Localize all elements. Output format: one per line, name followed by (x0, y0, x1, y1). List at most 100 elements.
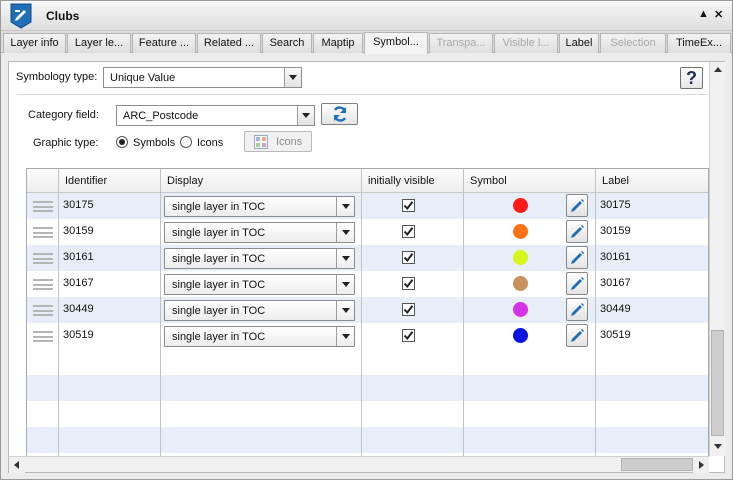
tab-related[interactable]: Related ... (197, 33, 261, 53)
tab-selection[interactable]: Selection (600, 33, 666, 53)
chevron-down-icon (336, 223, 354, 242)
table-row[interactable]: 30167 single layer in TOC 30167 (27, 271, 708, 297)
symbol-column-header[interactable]: Symbol (464, 169, 596, 193)
edit-symbol-button[interactable] (566, 220, 588, 243)
icons-button[interactable]: Icons (244, 131, 312, 152)
display-dropdown[interactable]: single layer in TOC (164, 248, 355, 269)
title-bar[interactable]: Clubs ▲ ✕ (1, 1, 732, 31)
edit-symbol-button[interactable] (566, 246, 588, 269)
category-field-label: Category field: (28, 109, 99, 121)
symbols-radio[interactable] (116, 136, 128, 148)
drag-handle-icon[interactable] (33, 331, 53, 342)
tab-feature[interactable]: Feature ... (132, 33, 196, 53)
icon-grid-icon (254, 135, 268, 149)
tab-search[interactable]: Search (262, 33, 312, 53)
pencil-icon (571, 251, 584, 264)
drag-handle-icon[interactable] (33, 305, 53, 316)
scroll-right-icon[interactable] (693, 457, 709, 473)
visible-checkbox[interactable] (402, 303, 415, 316)
display-dropdown[interactable]: single layer in TOC (164, 300, 355, 321)
scroll-down-icon[interactable] (710, 438, 726, 454)
table-row[interactable]: 30159 single layer in TOC 30159 (27, 219, 708, 245)
tab-maptip[interactable]: Maptip (313, 33, 363, 53)
close-icon[interactable]: ✕ (714, 8, 723, 21)
icons-radio[interactable] (180, 136, 192, 148)
identifier-column-header[interactable]: Identifier (59, 169, 161, 193)
visible-checkbox[interactable] (402, 251, 415, 264)
edit-symbol-button[interactable] (566, 272, 588, 295)
identifier-cell: 30161 (63, 251, 94, 263)
empty-row (27, 427, 708, 453)
icons-radio-label: Icons (197, 137, 224, 149)
identifier-cell: 30167 (63, 277, 94, 289)
symbology-type-dropdown[interactable]: Unique Value (103, 67, 302, 88)
check-icon (403, 201, 414, 211)
tab-visible-levels[interactable]: Visible l... (494, 33, 558, 53)
scroll-up-icon[interactable] (710, 62, 726, 78)
table-row[interactable]: 30161 single layer in TOC 30161 (27, 245, 708, 271)
symbol-swatch (513, 198, 528, 213)
chevron-down-icon (284, 68, 301, 87)
horizontal-scroll-thumb[interactable] (621, 458, 693, 471)
chevron-down-icon (336, 197, 354, 216)
display-dropdown[interactable]: single layer in TOC (164, 196, 355, 217)
visible-column-header[interactable]: initially visible (362, 169, 464, 193)
unique-value-grid: Identifier Display initially visible Sym… (26, 168, 709, 458)
label-cell: 30519 (600, 329, 631, 341)
column-divider (463, 169, 464, 457)
check-icon (403, 227, 414, 237)
drag-handle-icon[interactable] (33, 201, 53, 212)
refresh-button[interactable] (321, 103, 358, 125)
check-icon (403, 279, 414, 289)
table-row[interactable]: 30449 single layer in TOC 30449 (27, 297, 708, 323)
drag-handle-icon[interactable] (33, 253, 53, 264)
drag-handle-icon[interactable] (33, 279, 53, 290)
identifier-cell: 30159 (63, 225, 94, 237)
scroll-left-icon[interactable] (9, 457, 25, 473)
edit-symbol-button[interactable] (566, 298, 588, 321)
collapse-icon[interactable]: ▲ (698, 8, 709, 20)
pencil-icon (571, 277, 584, 290)
display-dropdown[interactable]: single layer in TOC (164, 326, 355, 347)
label-cell: 30449 (600, 303, 631, 315)
column-divider (361, 169, 362, 457)
help-button[interactable]: ? (680, 67, 703, 89)
tab-symbology[interactable]: Symbol... (364, 32, 428, 54)
check-icon (403, 253, 414, 263)
label-column-header[interactable]: Label (596, 169, 708, 193)
tab-time-extent[interactable]: TimeEx... (667, 33, 731, 53)
symbol-swatch (513, 250, 528, 265)
horizontal-scrollbar[interactable] (9, 456, 709, 473)
column-divider (595, 169, 596, 457)
edit-symbol-button[interactable] (566, 324, 588, 347)
visible-checkbox[interactable] (402, 329, 415, 342)
tab-label[interactable]: Label (559, 33, 599, 53)
pencil-icon (571, 303, 584, 316)
pencil-icon (571, 199, 584, 212)
tab-transparency[interactable]: Transpa... (429, 33, 493, 53)
tab-layer-legend[interactable]: Layer le... (67, 33, 131, 53)
category-field-dropdown[interactable]: ARC_Postcode (116, 105, 315, 126)
properties-window: Clubs ▲ ✕ Layer info Layer le... Feature… (0, 0, 733, 480)
column-divider (58, 169, 59, 457)
display-dropdown[interactable]: single layer in TOC (164, 222, 355, 243)
display-dropdown[interactable]: single layer in TOC (164, 274, 355, 295)
pencil-icon (571, 329, 584, 342)
table-row[interactable]: 30175 single layer in TOC 30175 (27, 193, 708, 219)
vertical-scroll-thumb[interactable] (711, 330, 724, 436)
edit-symbol-button[interactable] (566, 194, 588, 217)
vertical-scrollbar[interactable] (709, 62, 726, 456)
visible-checkbox[interactable] (402, 225, 415, 238)
symbol-swatch (513, 224, 528, 239)
table-row[interactable]: 30519 single layer in TOC 30519 (27, 323, 708, 349)
tab-layer-info[interactable]: Layer info (3, 33, 66, 53)
visible-checkbox[interactable] (402, 277, 415, 290)
visible-checkbox[interactable] (402, 199, 415, 212)
chevron-down-icon (336, 275, 354, 294)
display-value: single layer in TOC (172, 227, 266, 239)
display-column-header[interactable]: Display (161, 169, 362, 193)
drag-handle-icon[interactable] (33, 227, 53, 238)
pencil-icon (571, 225, 584, 238)
display-value: single layer in TOC (172, 279, 266, 291)
check-icon (403, 331, 414, 341)
